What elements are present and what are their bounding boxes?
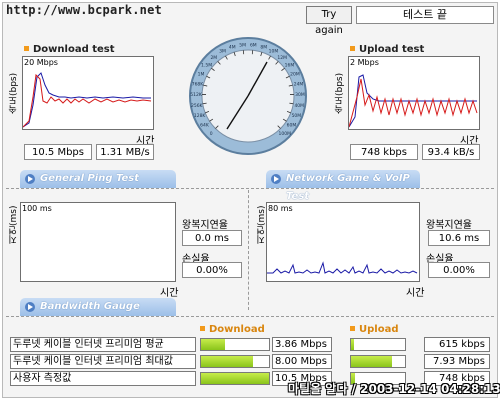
arrow-right-icon <box>25 302 35 312</box>
gauge-tick-label: 2M <box>210 55 217 61</box>
ping-loss-value: 0.00% <box>182 262 242 278</box>
upload-bar <box>350 355 406 368</box>
gauge-tick-label: 100M <box>279 131 292 137</box>
download-bar-value: 3.86 Mbps <box>272 337 332 352</box>
bandwidth-divider <box>6 316 494 317</box>
bullet-icon <box>200 326 205 331</box>
upload-title-text: Upload test <box>359 44 425 55</box>
site-url: http://www.bcpark.net <box>6 3 162 17</box>
game-loss-value: 0.00% <box>428 262 490 278</box>
upload-bar-fill <box>351 356 393 367</box>
game-series-blue <box>267 261 418 274</box>
watermark-text: 마틸올 알다 / 2003-12-14 04:28:13 <box>288 382 500 396</box>
gauge-tick-label: 20M <box>290 72 300 78</box>
gauge-tick-label: 8M <box>260 44 267 50</box>
bandwidth-upload-header: Upload <box>350 324 398 335</box>
upload-bar-value: 615 kbps <box>424 337 490 352</box>
download-bar-value: 8.00 Mbps <box>272 354 332 369</box>
gauge-tick-label: 0 <box>210 131 213 137</box>
download-title-text: Download test <box>33 44 115 55</box>
gauge-tick-label: 1.5M <box>201 63 212 69</box>
gauge-tick-label: 512K <box>190 92 203 98</box>
gauge-tick-label: 30M <box>295 92 305 98</box>
download-bar-fill <box>201 373 269 384</box>
ping-rtt-value: 0.0 ms <box>182 230 242 246</box>
ping-rtt-label: 왕복지연율 <box>182 220 228 231</box>
bandwidth-row-label: 사용자 측정값 <box>10 371 196 386</box>
gauge-tick-label: 256K <box>191 103 204 109</box>
tab-network-game-voip-test[interactable]: Network Game & VoIP Test <box>266 170 420 202</box>
gauge-tick-label: 10M <box>269 49 279 55</box>
gauge-tick-label: 128K <box>194 113 207 119</box>
gauge-tick-label: 50M <box>292 113 302 119</box>
section-divider <box>6 188 494 189</box>
upload-bar-fill <box>351 339 355 350</box>
download-bar <box>200 355 270 368</box>
tab-bandwidth-label: Bandwidth Gauge <box>40 301 140 312</box>
upload-title: Upload test <box>350 44 424 55</box>
upload-series-red <box>349 78 478 128</box>
test-status: 테스트 끝 <box>356 6 494 24</box>
bandwidth-row-label: 두루넷 케이블 인터넷 프리미엄 평균 <box>10 337 196 352</box>
download-bar-fill <box>201 339 226 350</box>
download-bar-fill <box>201 356 253 367</box>
bandwidth-download-header-text: Download <box>209 324 265 335</box>
gauge-tick-label: 16M <box>285 63 295 69</box>
ping-scale: 100 ms <box>22 204 52 213</box>
tab-general-ping-test[interactable]: General Ping Test <box>20 170 176 188</box>
download-bps-value: 10.5 Mbps <box>24 144 92 160</box>
gauge-tick-label: 768K <box>192 82 205 88</box>
download-graph-svg <box>23 72 152 128</box>
bullet-icon <box>350 46 355 51</box>
gauge-tick-label: 6M <box>250 42 257 48</box>
bandwidth-download-header: Download <box>200 324 265 335</box>
gauge-tick-label: 4M <box>229 44 236 50</box>
center-divider <box>248 190 249 310</box>
bandwidth-row-label: 두루넷 케이블 인터넷 프리미엄 최대값 <box>10 354 196 369</box>
gauge-tick-label: 12M <box>277 55 287 61</box>
tab-general-ping-label: General Ping Test <box>40 173 140 184</box>
game-graph: 80 ms <box>266 202 420 282</box>
upload-series-blue <box>349 74 477 128</box>
arrow-right-icon <box>25 174 35 184</box>
download-series-red <box>23 73 152 128</box>
download-bytes-value: 1.31 MB/s <box>96 144 154 160</box>
game-graph-svg <box>267 261 418 274</box>
bullet-icon <box>24 46 29 51</box>
game-rtt-label: 왕복지연율 <box>426 220 472 231</box>
download-title: Download test <box>24 44 115 55</box>
gauge-tick-label: 60M <box>287 123 297 129</box>
bandwidth-upload-header-text: Upload <box>359 324 399 335</box>
game-rtt-value: 10.6 ms <box>428 230 490 246</box>
download-bar <box>200 372 270 385</box>
arrow-right-icon <box>271 174 281 184</box>
gauge-tick-label: 24M <box>294 82 304 88</box>
gauge-tick-label: 64K <box>200 123 210 129</box>
ping-xlabel: 시간 <box>160 288 179 299</box>
download-graph: 20 Mbps <box>22 56 154 130</box>
gauge-tick-label: 1M <box>198 72 205 78</box>
gauge-tick-label: 5M <box>239 42 246 48</box>
try-again-button[interactable]: Try again <box>306 6 352 36</box>
upload-bps-value: 748 kbps <box>350 144 418 160</box>
download-bar <box>200 338 270 351</box>
upload-graph-svg <box>349 74 478 128</box>
upload-ylabel: 속도(bps) <box>335 72 345 114</box>
ping-ylabel: 지연(ms) <box>9 205 19 244</box>
download-ylabel: 속도(bps) <box>9 72 19 114</box>
speed-gauge: 064K128K256K512K768K1M1.5M2M3M4M 5M 6M 8M10… <box>189 37 307 155</box>
tab-bandwidth-gauge[interactable]: Bandwidth Gauge <box>20 298 176 316</box>
gauge-tick-label: 40M <box>294 103 304 109</box>
game-xlabel: 시간 <box>406 288 425 299</box>
ping-graph: 100 ms <box>20 202 176 282</box>
upload-bytes-value: 93.4 kB/s <box>422 144 480 160</box>
gauge-tick-label: 3M <box>219 49 226 55</box>
upload-graph: 2 Mbps <box>348 56 480 130</box>
upload-bar-value: 7.93 Mbps <box>424 354 490 369</box>
upload-bar <box>350 338 406 351</box>
bullet-icon <box>350 326 355 331</box>
